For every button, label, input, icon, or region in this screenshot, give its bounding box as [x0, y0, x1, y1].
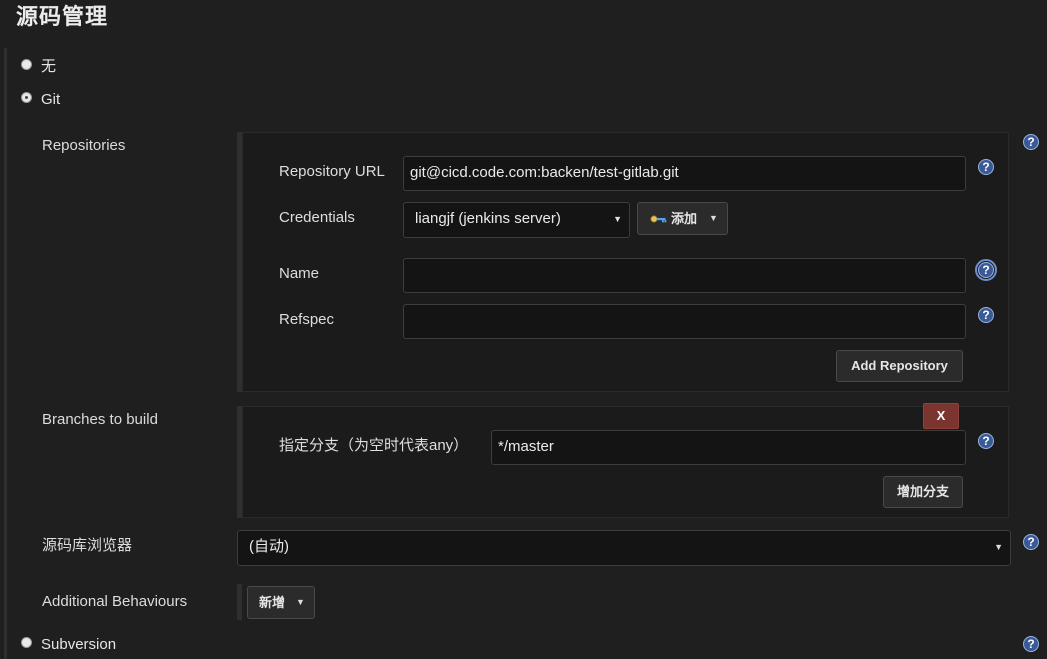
subversion-help-icon[interactable]: ? — [1023, 636, 1039, 652]
radio-none[interactable] — [21, 59, 32, 70]
radio-git-label[interactable]: Git — [41, 90, 60, 110]
delete-branch-button[interactable]: X — [923, 403, 959, 429]
add-behaviour-label: 新增 — [259, 595, 286, 610]
name-help-icon[interactable]: ? — [975, 259, 997, 281]
branches-label: Branches to build — [42, 411, 158, 428]
radio-none-label[interactable]: 无 — [41, 57, 56, 77]
credentials-select[interactable]: liangjf (jenkins server) ▼ — [403, 202, 630, 238]
caret-down-icon: ▼ — [296, 597, 305, 607]
repository-browser-value: (自动) — [249, 538, 289, 555]
caret-down-icon: ▼ — [994, 542, 1003, 552]
refspec-help-icon[interactable]: ? — [978, 307, 994, 323]
branch-specifier-label: 指定分支（为空时代表any） — [279, 437, 469, 454]
refspec-label: Refspec — [279, 311, 335, 328]
add-repository-button[interactable]: Add Repository — [836, 350, 963, 382]
repositories-label: Repositories — [42, 137, 126, 154]
section-divider — [4, 48, 7, 659]
radio-git[interactable] — [21, 92, 32, 103]
add-credentials-label: 添加 — [671, 211, 698, 226]
repository-url-help-icon[interactable]: ? — [978, 159, 994, 175]
credentials-label: Credentials — [279, 209, 355, 226]
key-icon — [650, 215, 667, 223]
add-behaviour-button[interactable]: 新增 ▼ — [247, 586, 315, 619]
behaviours-panel-bar — [237, 584, 242, 620]
add-credentials-button[interactable]: 添加 ▼ — [637, 202, 728, 235]
caret-down-icon: ▼ — [709, 213, 718, 223]
repository-url-label: Repository URL — [279, 163, 385, 180]
radio-subversion-label[interactable]: Subversion — [41, 635, 116, 655]
repository-browser-select[interactable]: (自动) ▼ — [237, 530, 1011, 566]
repository-browser-label: 源码库浏览器 — [42, 537, 133, 554]
branch-specifier-help-icon[interactable]: ? — [978, 433, 994, 449]
add-branch-button[interactable]: 增加分支 — [883, 476, 963, 508]
additional-behaviours-label: Additional Behaviours — [42, 593, 188, 610]
repository-url-input[interactable]: git@cicd.code.com:backen/test-gitlab.git — [403, 156, 966, 191]
name-label: Name — [279, 265, 320, 282]
name-input[interactable] — [403, 258, 966, 293]
repository-browser-help-icon[interactable]: ? — [1023, 534, 1039, 550]
refspec-input[interactable] — [403, 304, 966, 339]
credentials-select-value: liangjf (jenkins server) — [415, 210, 561, 227]
repositories-help-icon[interactable]: ? — [1023, 134, 1039, 150]
caret-down-icon: ▼ — [613, 214, 622, 224]
branch-specifier-input[interactable]: */master — [491, 430, 966, 465]
page-title: 源码管理 — [16, 4, 109, 29]
radio-subversion[interactable] — [21, 637, 32, 648]
